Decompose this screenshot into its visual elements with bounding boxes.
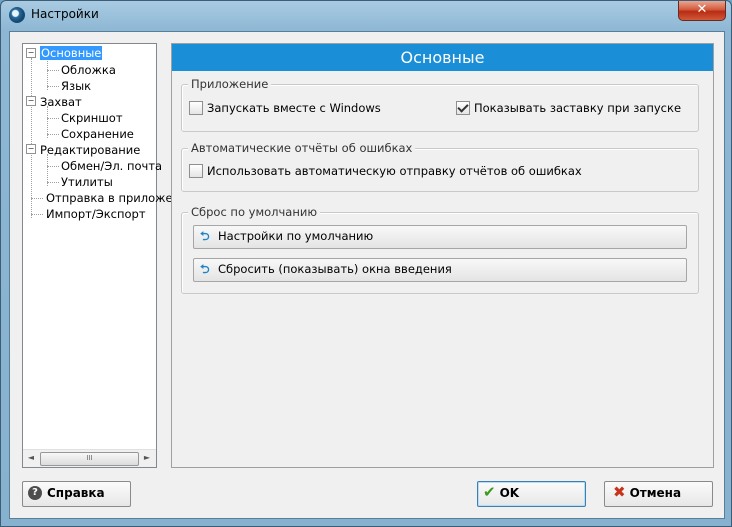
- checkmark-icon: ✔: [483, 483, 496, 501]
- group-application: Приложение Запускать вместе с Windows По…: [181, 77, 699, 132]
- tree-horizontal-scrollbar[interactable]: ◄ III ►: [23, 449, 156, 467]
- reset-intro-windows-button[interactable]: ⮌ Сбросить (показывать) окна введения: [193, 258, 687, 282]
- tree-collapse-icon[interactable]: −: [26, 48, 36, 58]
- settings-window: Настройки ✕ − − − Основные Обложка Язык …: [0, 0, 732, 527]
- tree-item-utilities[interactable]: Утилиты: [61, 174, 113, 190]
- run-with-windows-checkbox[interactable]: Запускать вместе с Windows: [189, 100, 381, 117]
- checkbox-label: Показывать заставку при запуске: [474, 101, 682, 115]
- reset-defaults-button[interactable]: ⮌ Настройки по умолчанию: [193, 225, 687, 249]
- tree-connector: [31, 214, 43, 215]
- tree-collapse-icon[interactable]: −: [26, 96, 36, 106]
- tree-collapse-icon[interactable]: −: [26, 144, 36, 154]
- button-label: Настройки по умолчанию: [218, 229, 374, 243]
- scrollbar-thumb[interactable]: III: [40, 452, 139, 466]
- checkbox-label: Использовать автоматическую отправку отч…: [207, 164, 582, 178]
- show-splash-checkbox[interactable]: Показывать заставку при запуске: [456, 100, 682, 117]
- help-button[interactable]: ? Справка: [22, 481, 131, 507]
- scroll-left-icon[interactable]: ◄: [26, 453, 36, 463]
- checkbox-label: Запускать вместе с Windows: [207, 101, 381, 115]
- group-title: Приложение: [188, 77, 272, 91]
- tree-item-editing[interactable]: Редактирование: [40, 142, 140, 158]
- undo-icon: ⮌: [200, 262, 210, 276]
- dialog-body: − − − Основные Обложка Язык Захват Скрин…: [9, 31, 725, 519]
- cancel-x-icon: ✖: [613, 483, 626, 501]
- cancel-button[interactable]: ✖ Отмена: [604, 481, 713, 507]
- tree-item-sharing-email[interactable]: Обмен/Эл. почта: [61, 158, 162, 174]
- title-bar[interactable]: Настройки ✕: [1, 1, 731, 29]
- button-label: Сбросить (показывать) окна введения: [218, 262, 452, 276]
- ok-button[interactable]: ✔ OK: [477, 481, 586, 507]
- tree-item-general[interactable]: Основные: [40, 45, 103, 61]
- tree-connector: [47, 118, 59, 119]
- window-title: Настройки: [31, 7, 99, 21]
- close-button[interactable]: ✕: [678, 1, 726, 21]
- tree-connector: [47, 134, 59, 135]
- tree-connector: [31, 198, 43, 199]
- group-title: Сброс по умолчанию: [188, 205, 321, 219]
- tree-item-send-to-app[interactable]: Отправка в приложе: [46, 190, 173, 206]
- checkbox-box[interactable]: [189, 163, 203, 178]
- tree-item-saving[interactable]: Сохранение: [61, 126, 134, 142]
- group-reset-defaults: Сброс по умолчанию ⮌ Настройки по умолчан…: [181, 205, 699, 294]
- tree-connector: [31, 58, 32, 218]
- checkbox-box[interactable]: [189, 100, 203, 115]
- tree-connector: [47, 86, 59, 87]
- tree-connector: [47, 70, 59, 71]
- tree-item-import-export[interactable]: Импорт/Экспорт: [46, 206, 146, 222]
- panel-title: Основные: [172, 44, 713, 71]
- button-label: Справка: [47, 486, 105, 500]
- tree-item-label: Основные: [40, 46, 103, 60]
- scroll-right-icon[interactable]: ►: [142, 453, 152, 463]
- button-label: OK: [499, 486, 520, 500]
- undo-icon: ⮌: [200, 229, 210, 243]
- settings-panel: Основные Приложение Запускать вместе с W…: [171, 43, 714, 468]
- tree-connector: [47, 166, 59, 167]
- settings-tree: − − − Основные Обложка Язык Захват Скрин…: [22, 43, 173, 468]
- tree-item-skin[interactable]: Обложка: [61, 62, 116, 78]
- group-title: Автоматические отчёты об ошибках: [188, 141, 416, 155]
- help-icon: ?: [28, 485, 42, 500]
- tree-item-screenshot[interactable]: Скриншот: [61, 110, 123, 126]
- auto-error-report-checkbox[interactable]: Использовать автоматическую отправку отч…: [189, 163, 582, 180]
- tree-item-language[interactable]: Язык: [61, 78, 91, 94]
- checkbox-box-checked[interactable]: [456, 100, 470, 115]
- group-error-reports: Автоматические отчёты об ошибках Использ…: [181, 141, 699, 192]
- app-icon: [9, 7, 25, 23]
- tree-connector: [47, 182, 59, 183]
- tree-item-capture[interactable]: Захват: [40, 94, 82, 110]
- button-label: Отмена: [629, 486, 682, 500]
